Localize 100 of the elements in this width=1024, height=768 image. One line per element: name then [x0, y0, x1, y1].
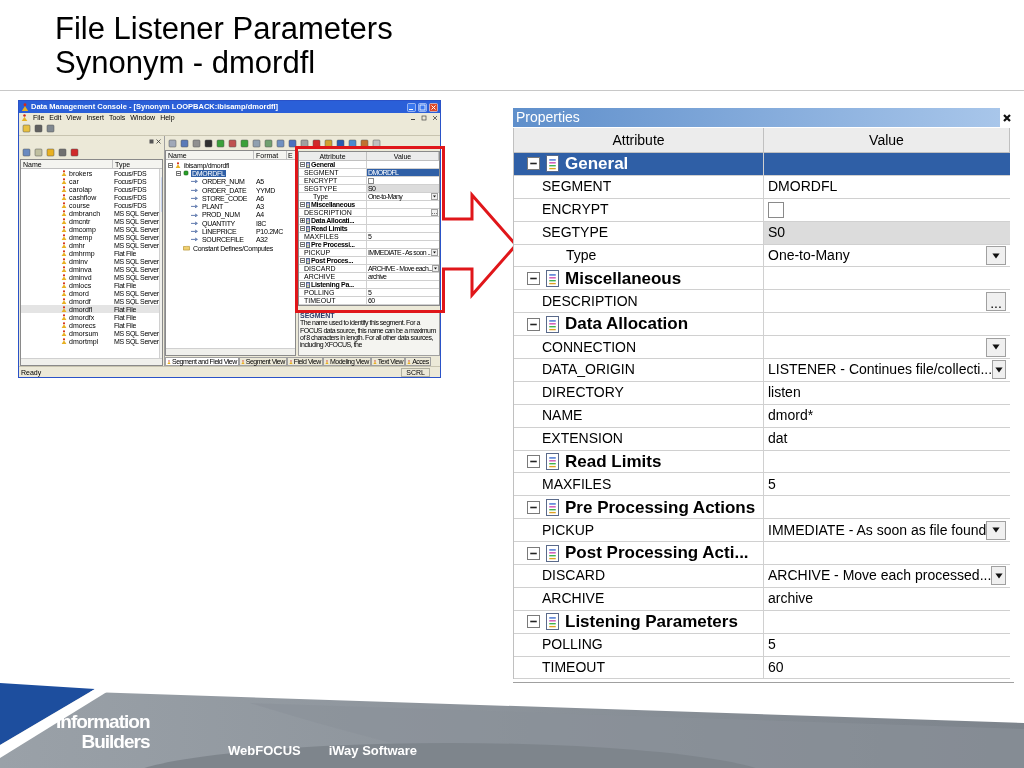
collapse-icon[interactable]	[527, 546, 540, 560]
collapse-icon[interactable]	[527, 157, 540, 171]
dropdown-button[interactable]	[986, 246, 1006, 265]
value-cell[interactable]: 5	[764, 473, 1010, 496]
field-arrow-icon	[191, 179, 199, 185]
section-row[interactable]: Miscellaneous	[514, 267, 1010, 291]
dropdown-button[interactable]	[986, 337, 1006, 357]
property-label: DISCARD	[542, 566, 605, 586]
value-cell[interactable]: IMMEDIATE - As soon as file found	[764, 519, 1010, 542]
field-arrow-icon	[191, 237, 199, 243]
property-label: TIMEOUT	[542, 658, 605, 678]
section-row[interactable]: Listening Parameters	[514, 610, 1010, 634]
section-label: Read Limits	[565, 450, 662, 473]
figure-icon	[61, 290, 67, 296]
collapse-icon[interactable]	[527, 317, 540, 331]
figure-icon	[61, 322, 67, 328]
scrollbar[interactable]	[166, 348, 295, 355]
value-cell[interactable]: ARCHIVE - Move each processed...	[764, 565, 1010, 587]
figure-icon	[61, 226, 67, 232]
collapse-icon[interactable]	[527, 271, 540, 285]
dropdown-button[interactable]	[991, 566, 1006, 586]
product-name: iWay Software	[328, 742, 418, 760]
figure-icon	[240, 359, 245, 364]
document-icon	[546, 453, 559, 470]
scrollbar[interactable]	[21, 358, 162, 365]
field-arrow-icon	[191, 229, 199, 234]
figure-icon	[372, 359, 377, 364]
dropdown-button[interactable]	[986, 520, 1006, 540]
figure-icon	[61, 258, 67, 264]
maximize-icon[interactable]	[418, 102, 427, 112]
figure-icon	[21, 103, 29, 111]
ellipsis-button[interactable]: ...	[986, 291, 1006, 311]
document-icon	[546, 155, 559, 173]
slide-title: File Listener Parameters	[55, 12, 393, 46]
figure-icon	[175, 162, 181, 169]
section-row[interactable]: Read Limits	[514, 450, 1010, 474]
value-cell[interactable]: dat	[764, 427, 1010, 450]
section-row[interactable]: Pre Processing Actions	[514, 496, 1010, 520]
figure-icon	[61, 202, 67, 208]
document-icon	[546, 613, 559, 631]
scrollbar[interactable]	[158, 169, 162, 358]
collapse-icon[interactable]	[527, 615, 540, 629]
section-label: Miscellaneous	[565, 267, 682, 290]
collapse-icon[interactable]	[527, 500, 540, 514]
figure-icon	[61, 250, 67, 256]
figure-icon	[288, 359, 293, 364]
pin-icon[interactable]	[149, 138, 154, 144]
figure-icon	[61, 194, 67, 200]
section-row[interactable]: General	[514, 153, 1010, 176]
section-row[interactable]: Data Allocation	[514, 313, 1010, 337]
figure-icon	[61, 282, 67, 288]
figure-icon	[61, 178, 67, 184]
value-cell[interactable]: 60	[764, 656, 1010, 679]
restore-icon[interactable]	[421, 114, 427, 121]
figure-icon	[61, 298, 67, 304]
value-cell[interactable]: S0	[764, 221, 1010, 244]
dropdown-button[interactable]	[992, 360, 1007, 380]
collapse-icon[interactable]	[527, 455, 540, 468]
property-label: NAME	[542, 406, 583, 426]
value-cell[interactable]: ...	[764, 290, 1010, 313]
value-cell[interactable]: DMORDFL	[764, 175, 1010, 198]
value-cell[interactable]: dmord*	[764, 404, 1010, 427]
scroll-thumb[interactable]	[160, 177, 161, 212]
property-label: ENCRYPT	[542, 200, 609, 220]
value-cell[interactable]: One-to-Many	[764, 244, 1010, 267]
value-cell[interactable]: listen	[764, 381, 1010, 404]
value-cell[interactable]: archive	[764, 587, 1010, 610]
slide-title: Synonym - dmordfl	[55, 46, 317, 80]
figure-icon	[61, 338, 67, 344]
product-name: WebFOCUS	[228, 742, 301, 760]
field-arrow-icon	[191, 204, 199, 209]
logo-text: Builders	[81, 732, 150, 752]
section-label: Post Processing Acti...	[565, 542, 749, 565]
field-arrow-icon	[191, 187, 199, 193]
figure-icon	[61, 330, 67, 336]
document-icon	[546, 498, 559, 516]
property-label: SEGMENT	[542, 177, 612, 197]
section-label: Pre Processing Actions	[565, 496, 756, 519]
property-label: ARCHIVE	[542, 589, 605, 609]
value-cell[interactable]: 5	[764, 633, 1010, 656]
property-label: DATA_ORIGIN	[542, 360, 635, 380]
expand-icon[interactable]	[300, 218, 305, 223]
minimize-icon[interactable]	[407, 102, 416, 112]
cube-icon	[183, 170, 189, 177]
checkbox[interactable]	[768, 201, 784, 218]
section-label: Listening Parameters	[565, 611, 738, 633]
section-row[interactable]: Post Processing Acti...	[514, 542, 1010, 566]
field-arrow-icon	[191, 195, 199, 201]
section-label: Data Allocation	[565, 313, 689, 336]
checkbox[interactable]	[368, 177, 374, 184]
close-icon[interactable]	[156, 138, 161, 144]
property-label: DESCRIPTION	[542, 291, 638, 311]
property-label: Type	[566, 246, 597, 265]
value-cell[interactable]: LISTENER - Continues file/collecti...	[764, 359, 1010, 381]
property-label: SEGTYPE	[542, 223, 609, 243]
property-label: PICKUP	[542, 520, 595, 540]
figure-icon	[167, 359, 171, 364]
folder-icon	[183, 245, 190, 251]
figure-icon	[61, 266, 67, 272]
figure-icon	[324, 359, 329, 364]
